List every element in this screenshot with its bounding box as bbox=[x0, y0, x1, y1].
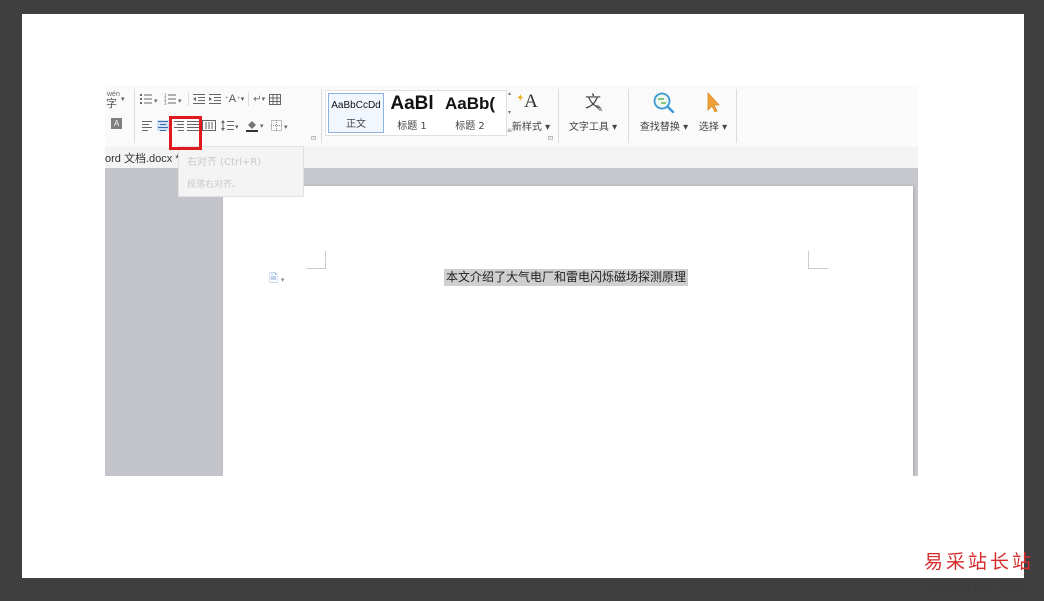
highlight-annotation-box bbox=[169, 116, 202, 150]
line-spacing-icon: ▾ bbox=[221, 119, 239, 131]
svg-text:▾: ▾ bbox=[260, 122, 264, 130]
page-corner-mark-right bbox=[808, 251, 828, 269]
ribbon-toolbar: wén 字 ▾ A ▾ 1 2 3 ▾ ⁺ A ⁺▾ ↵ ▾ ▾ ▾ ▾ ⊡ A… bbox=[105, 85, 918, 148]
grow-font-button[interactable]: ⁺ A ⁺▾ bbox=[225, 93, 244, 105]
chevron-down-icon: ▾ bbox=[121, 96, 125, 103]
paragraph-mark-icon: ↵ bbox=[253, 93, 262, 105]
new-style-button[interactable]: ✦ A 新样式 ▾ bbox=[509, 91, 553, 137]
page-corner-mark-left bbox=[306, 251, 326, 269]
svg-text:▾: ▾ bbox=[235, 123, 239, 131]
style-heading-1[interactable]: AaBl 标题 1 bbox=[384, 93, 440, 131]
document-page[interactable]: 🗎 ▾ bbox=[223, 186, 913, 476]
distributed-align-icon bbox=[202, 119, 216, 131]
group-separator bbox=[134, 89, 135, 143]
increase-indent-button[interactable] bbox=[209, 93, 221, 105]
group-separator bbox=[628, 89, 629, 143]
line-spacing-button[interactable]: ▾ bbox=[221, 119, 241, 131]
text-tools-icon: 文 ✎ bbox=[584, 92, 604, 115]
distributed-align-button[interactable] bbox=[202, 119, 216, 131]
paragraph-row-2: ▾ ▾ ▾ bbox=[142, 118, 293, 132]
watermark-brand: 易采站长站 bbox=[924, 551, 1035, 573]
increase-indent-icon bbox=[209, 94, 221, 104]
numbered-list-button[interactable]: 1 2 3 ▾ bbox=[164, 93, 184, 105]
style-normal[interactable]: AaBbCcDd 正文 bbox=[328, 93, 384, 133]
character-shading-button[interactable]: A bbox=[111, 118, 122, 129]
bullet-list-icon: ▾ bbox=[140, 94, 158, 105]
paragraph-dialog-launcher-icon[interactable]: ⊡ bbox=[311, 135, 316, 142]
border-icon: ▾ bbox=[271, 119, 288, 131]
style-heading-2[interactable]: AaBb( 标题 2 bbox=[442, 93, 498, 131]
table-button[interactable] bbox=[269, 93, 282, 105]
table-grid-icon bbox=[269, 93, 282, 105]
document-tab[interactable]: ord 文档.docx * bbox=[105, 150, 184, 170]
phonetic-guide-button[interactable]: wén 字 ▾ bbox=[105, 91, 129, 110]
select-button[interactable]: 选择 ▾ bbox=[695, 91, 731, 137]
magnifier-icon bbox=[653, 92, 675, 113]
separator bbox=[188, 92, 189, 106]
group-separator bbox=[321, 89, 322, 143]
document-body-text[interactable]: 本文介绍了大气电厂和雷电闪烁磁场探测原理 bbox=[444, 269, 689, 286]
paragraph-layout-icon[interactable]: 🗎 ▾ bbox=[269, 270, 284, 289]
align-center-icon bbox=[158, 120, 168, 131]
svg-text:▾: ▾ bbox=[284, 123, 288, 131]
border-button[interactable]: ▾ bbox=[271, 119, 293, 131]
svg-text:▾: ▾ bbox=[154, 97, 158, 105]
shading-button[interactable]: ▾ bbox=[246, 119, 268, 132]
cursor-arrow-icon bbox=[707, 91, 720, 113]
document-workspace: 🗎 ▾ bbox=[105, 168, 918, 476]
styles-gallery: AaBbCcDd 正文 AaBl 标题 1 AaBb( 标题 2 bbox=[325, 90, 507, 136]
align-right-tooltip: 右对齐 (Ctrl+R) 段落右对齐。 bbox=[178, 146, 304, 197]
find-replace-button[interactable]: 查找替换 ▾ bbox=[633, 91, 695, 137]
align-center-button[interactable] bbox=[157, 119, 169, 131]
new-style-icon: ✦ A bbox=[516, 91, 538, 112]
svg-text:3: 3 bbox=[164, 101, 167, 105]
align-left-button[interactable] bbox=[142, 120, 154, 131]
paragraph-row-1: ▾ 1 2 3 ▾ ⁺ A ⁺▾ ↵ ▾ bbox=[140, 91, 282, 107]
left-margin-area bbox=[105, 168, 223, 476]
svg-text:▾: ▾ bbox=[178, 97, 182, 105]
numbered-list-icon: 123 ▾ bbox=[164, 93, 182, 105]
bullet-list-button[interactable]: ▾ bbox=[140, 93, 160, 105]
separator bbox=[248, 92, 250, 106]
paint-bucket-icon: ▾ bbox=[246, 120, 264, 132]
paragraph-mark-button[interactable]: ↵ ▾ bbox=[253, 94, 265, 105]
decrease-indent-button[interactable] bbox=[193, 93, 205, 105]
align-left-icon bbox=[142, 120, 152, 131]
group-separator bbox=[736, 89, 737, 143]
decrease-indent-icon bbox=[193, 94, 205, 104]
styles-dialog-launcher-icon[interactable]: ⊡ bbox=[548, 135, 553, 142]
watermark-url: www.easck.com bbox=[926, 580, 1026, 593]
group-separator bbox=[558, 89, 559, 143]
text-tools-button[interactable]: 文 ✎ 文字工具 ▾ bbox=[563, 91, 623, 137]
